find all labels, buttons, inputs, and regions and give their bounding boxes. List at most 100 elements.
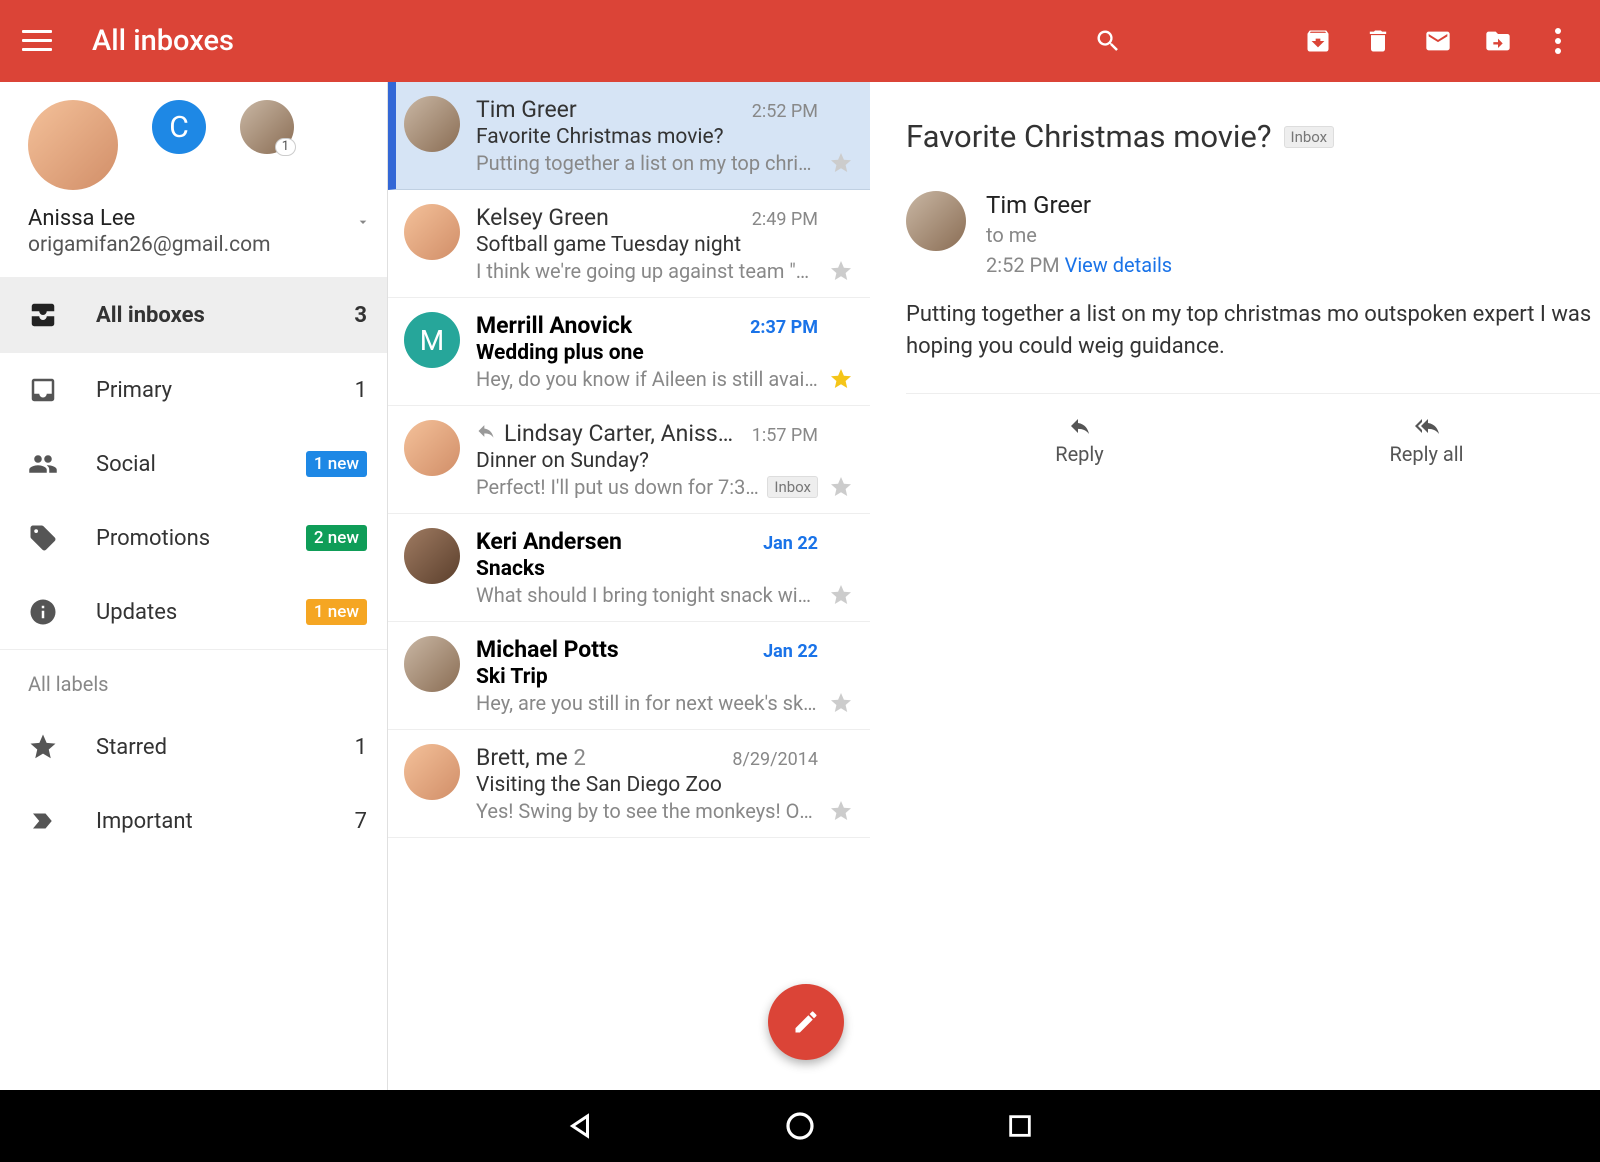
- overflow-menu-button[interactable]: [1528, 13, 1588, 69]
- people-icon: [28, 449, 58, 479]
- star-icon[interactable]: [829, 583, 853, 607]
- account-avatars: C 1: [0, 82, 387, 200]
- thread-avatar[interactable]: M: [404, 312, 460, 368]
- nav-label: Starred: [96, 735, 317, 760]
- thread-sender: Tim Greer: [476, 96, 744, 123]
- star-icon[interactable]: [829, 475, 853, 499]
- nav-updates[interactable]: Updates 1 new: [0, 575, 387, 649]
- thread-snippet: Yes! Swing by to see the monkeys! On F: [476, 799, 818, 823]
- reply-button[interactable]: Reply: [906, 414, 1253, 466]
- reply-all-icon: [1412, 414, 1442, 438]
- nav-primary[interactable]: Primary 1: [0, 353, 387, 427]
- android-back-button[interactable]: [560, 1106, 600, 1146]
- star-icon[interactable]: [829, 367, 853, 391]
- nav-count: 3: [354, 303, 367, 328]
- thread-sender: Keri Andersen: [476, 528, 755, 555]
- mark-unread-button[interactable]: [1408, 13, 1468, 69]
- info-icon: [28, 597, 58, 627]
- thread-item[interactable]: Brett, me 2 8/29/2014 Visiting the San Die…: [388, 730, 870, 838]
- inbox-icon: [28, 375, 58, 405]
- nav-label: Updates: [96, 600, 268, 625]
- third-account-avatar[interactable]: 1: [240, 100, 294, 154]
- thread-subject: Wedding plus one: [476, 341, 818, 365]
- tag-icon: [28, 523, 58, 553]
- compose-button[interactable]: [768, 984, 844, 1060]
- star-icon[interactable]: [829, 799, 853, 823]
- thread-sender: Merrill Anovick: [476, 312, 742, 339]
- nav-label: Social: [96, 452, 268, 477]
- star-icon: [28, 732, 58, 762]
- label-chip[interactable]: Inbox: [1284, 126, 1335, 148]
- thread-sender: Kelsey Green: [476, 204, 744, 231]
- pencil-icon: [792, 1008, 820, 1036]
- thread-avatar[interactable]: [404, 528, 460, 584]
- mail-icon: [1424, 27, 1452, 55]
- thread-item[interactable]: M Merrill Anovick 2:37 PM Wedding plus oneH…: [388, 298, 870, 406]
- thread-time: 1:57 PM: [752, 425, 818, 446]
- android-home-button[interactable]: [780, 1106, 820, 1146]
- thread-subject: Dinner on Sunday?: [476, 449, 818, 473]
- nav-starred[interactable]: Starred 1: [0, 710, 387, 784]
- thread-sender: Brett, me 2: [476, 744, 724, 771]
- thread-avatar[interactable]: [404, 420, 460, 476]
- thread-time: 8/29/2014: [732, 749, 818, 770]
- nav-promotions[interactable]: Promotions 2 new: [0, 501, 387, 575]
- thread-avatar[interactable]: [404, 96, 460, 152]
- star-icon[interactable]: [829, 151, 853, 175]
- android-recents-button[interactable]: [1000, 1106, 1040, 1146]
- thread-item[interactable]: Kelsey Green2:49 PMSoftball game Tuesday…: [388, 190, 870, 298]
- reply-icon: [1065, 414, 1095, 438]
- nav-all-inboxes[interactable]: All inboxes 3: [0, 278, 387, 352]
- thread-avatar[interactable]: [404, 204, 460, 260]
- thread-item[interactable]: Tim Greer2:52 PMFavorite Christmas movie…: [388, 82, 870, 190]
- nav-badge: 2 new: [306, 525, 367, 551]
- thread-avatar[interactable]: [404, 744, 460, 800]
- nav-important[interactable]: Important 7: [0, 784, 387, 858]
- back-triangle-icon: [565, 1111, 595, 1141]
- thread-snippet: Perfect! I'll put us down for 7:30pm....…: [476, 475, 818, 499]
- chevron-down-icon: [355, 214, 371, 234]
- square-icon: [1006, 1112, 1034, 1140]
- message-subject: Favorite Christmas movie?: [906, 118, 1272, 155]
- thread-time: 2:49 PM: [752, 209, 818, 230]
- delete-button[interactable]: [1348, 13, 1408, 69]
- thread-item[interactable]: Michael PottsJan 22Ski TripHey, are you …: [388, 622, 870, 730]
- thread-snippet: Hey, are you still in for next week's sk…: [476, 691, 818, 715]
- thread-snippet: I think we're going up against team "St.…: [476, 259, 818, 283]
- thread-snippet: What should I bring tonight snack wise? …: [476, 583, 818, 607]
- thread-subject: Visiting the San Diego Zoo: [476, 773, 818, 797]
- nav-social[interactable]: Social 1 new: [0, 427, 387, 501]
- move-to-button[interactable]: [1468, 13, 1528, 69]
- view-details-link[interactable]: View details: [1065, 253, 1173, 277]
- star-icon[interactable]: [829, 259, 853, 283]
- current-account-avatar[interactable]: [28, 100, 118, 190]
- thread-snippet: Putting together a list on my top christ…: [476, 151, 818, 175]
- thread-snippet: Hey, do you know if Aileen is still avai…: [476, 367, 818, 391]
- label-chip: Inbox: [767, 476, 818, 498]
- labels-header: All labels: [0, 649, 387, 710]
- nav-label: Promotions: [96, 526, 268, 551]
- android-nav-bar: [0, 1090, 1600, 1162]
- thread-item[interactable]: Keri AndersenJan 22SnacksWhat should I b…: [388, 514, 870, 622]
- star-icon[interactable]: [829, 691, 853, 715]
- account-email: origamifan26@gmail.com: [28, 233, 270, 257]
- secondary-account-avatar[interactable]: C: [152, 100, 206, 154]
- page-title: All inboxes: [92, 24, 234, 58]
- account-switcher[interactable]: Anissa Lee origamifan26@gmail.com: [0, 200, 387, 277]
- search-button[interactable]: [1078, 13, 1138, 69]
- kebab-icon: [1555, 28, 1561, 54]
- circle-icon: [784, 1110, 816, 1142]
- reply-all-button[interactable]: Reply all: [1253, 414, 1600, 466]
- nav-count: 1: [355, 378, 367, 403]
- thread-time: Jan 22: [763, 641, 818, 662]
- sender-avatar[interactable]: [906, 191, 966, 251]
- app-topbar: All inboxes: [0, 0, 1600, 82]
- navigation-drawer: C 1 Anissa Lee origamifan26@gmail.com Al…: [0, 82, 388, 1090]
- folder-move-icon: [1484, 27, 1512, 55]
- menu-icon[interactable]: [22, 30, 52, 52]
- thread-avatar[interactable]: [404, 636, 460, 692]
- thread-item[interactable]: Lindsay Carter, Anissa Lee 31:57 PMDinne…: [388, 406, 870, 514]
- thread-sender: Michael Potts: [476, 636, 755, 663]
- archive-button[interactable]: [1288, 13, 1348, 69]
- thread-time: 2:37 PM: [750, 317, 818, 338]
